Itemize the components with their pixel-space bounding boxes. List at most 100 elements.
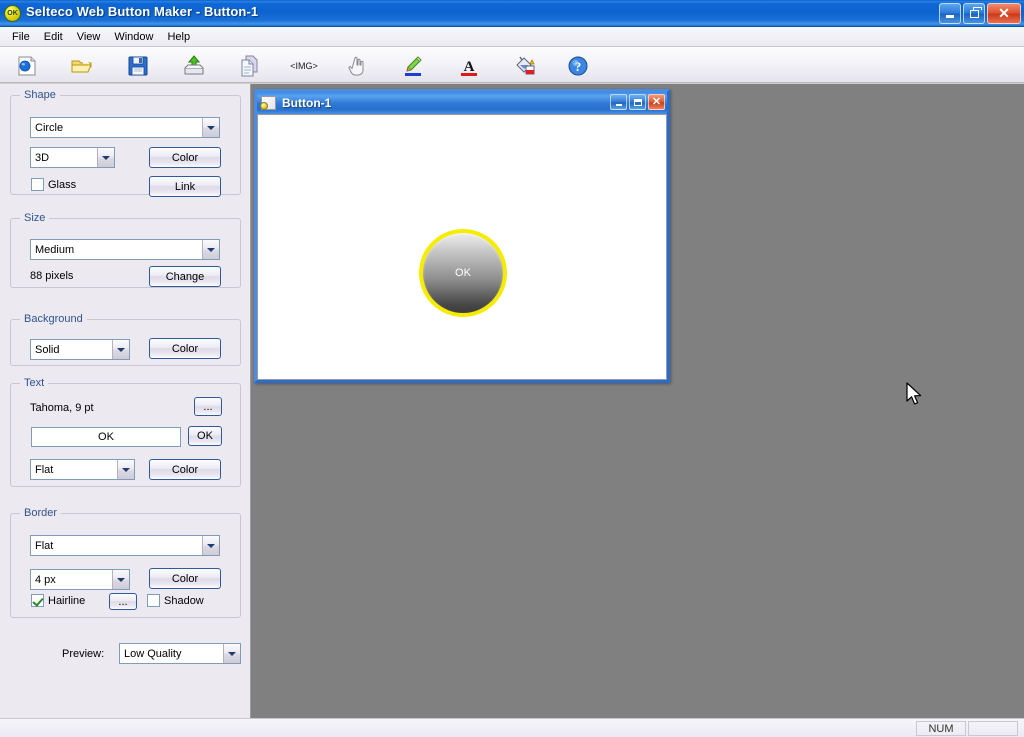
minimize-button[interactable] (939, 3, 961, 24)
open-folder-icon (71, 60, 92, 73)
application-window: OK Selteco Web Button Maker - Button-1 ✕… (0, 0, 1024, 737)
export-button[interactable] (178, 50, 210, 82)
size-change-button[interactable]: Change (149, 266, 221, 287)
document-minimize-button[interactable] (610, 94, 627, 110)
shadow-checkbox[interactable]: Shadow (147, 594, 204, 607)
shape-style-value: Circle (35, 121, 64, 134)
text-caption-apply-button[interactable]: OK (188, 426, 222, 446)
border-group: Border Flat 4 px Color Hairline ... Shad… (10, 507, 241, 618)
document-title: Button-1 (282, 96, 332, 110)
border-width-value: 4 px (35, 573, 56, 586)
preview-quality-select[interactable]: Low Quality (119, 643, 241, 664)
app-icon: OK (4, 5, 21, 22)
shape-color-button[interactable] (397, 50, 429, 82)
shape-link-button[interactable]: Link (149, 176, 221, 197)
shape-group: Shape Circle 3D Color Glass Link (10, 89, 241, 197)
border-style-value: Flat (35, 539, 54, 552)
size-preset-select[interactable]: Medium (30, 239, 220, 260)
document-close-button[interactable]: ✕ (648, 94, 665, 110)
button-preview[interactable]: OK (419, 229, 507, 317)
toolbar: <IMG> A ? (0, 47, 1024, 83)
status-indicator-num: NUM (916, 721, 966, 736)
document-window-controls: ✕ (610, 94, 665, 110)
shape-effect-select[interactable]: 3D (30, 147, 115, 168)
glass-checkbox-label: Glass (48, 178, 77, 191)
copy-button[interactable] (234, 50, 266, 82)
size-group-title: Size (20, 212, 50, 224)
text-style-value: Flat (35, 463, 54, 476)
shape-group-title: Shape (20, 89, 60, 101)
minimize-icon (946, 15, 954, 18)
border-group-title: Border (20, 507, 62, 519)
close-icon: ✕ (651, 95, 662, 108)
preview-quality-label: Preview: (62, 648, 105, 660)
hairline-browse-button[interactable]: ... (109, 593, 137, 610)
status-message (2, 721, 914, 736)
chevron-down-icon[interactable] (223, 644, 240, 663)
menu-item-file[interactable]: File (5, 29, 37, 45)
document-maximize-button[interactable] (629, 94, 646, 110)
close-icon: ✕ (998, 5, 1010, 21)
size-group: Size Medium 88 pixels Change (10, 212, 241, 288)
document-window[interactable]: Button-1 ✕ OK (254, 89, 670, 383)
button-canvas[interactable]: OK (257, 114, 667, 380)
background-color-button[interactable] (509, 50, 541, 82)
size-pixels-label: 88 pixels (30, 270, 74, 282)
window-controls: ✕ (939, 3, 1021, 24)
restore-button[interactable] (963, 3, 985, 24)
text-caption-input[interactable]: OK (31, 427, 181, 447)
chevron-down-icon[interactable] (202, 118, 219, 137)
hairline-checkbox-box[interactable] (31, 594, 44, 607)
menu-item-edit[interactable]: Edit (37, 29, 70, 45)
shadow-checkbox-label: Shadow (164, 594, 204, 607)
menu-item-window[interactable]: Window (107, 29, 160, 45)
border-width-select[interactable]: 4 px (30, 569, 130, 590)
text-font-browse-button[interactable]: ... (194, 397, 222, 416)
glass-checkbox[interactable]: Glass (31, 178, 76, 191)
chevron-down-icon[interactable] (202, 536, 219, 555)
background-fill-value: Solid (35, 343, 60, 356)
hairline-checkbox-label: Hairline (48, 594, 86, 607)
glass-checkbox-box[interactable] (31, 178, 44, 191)
text-style-select[interactable]: Flat (30, 459, 135, 480)
border-style-select[interactable]: Flat (30, 535, 220, 556)
chevron-down-icon[interactable] (117, 460, 134, 479)
hairline-checkbox[interactable]: Hairline (31, 594, 85, 607)
background-color-button[interactable]: Color (149, 338, 221, 359)
text-font-label: Tahoma, 9 pt (30, 402, 94, 414)
chevron-down-icon[interactable] (112, 570, 129, 589)
button-preview-caption: OK (455, 267, 471, 279)
shape-effect-value: 3D (35, 151, 50, 164)
menu-item-help[interactable]: Help (160, 29, 197, 45)
shape-color-button[interactable]: Color (149, 147, 221, 168)
help-button[interactable]: ? (562, 50, 594, 82)
maximize-icon (633, 98, 642, 106)
border-color-button[interactable]: Color (149, 568, 221, 589)
hand-tool-button[interactable] (341, 50, 373, 82)
paint-bucket-icon (516, 56, 535, 75)
chevron-down-icon[interactable] (97, 148, 114, 167)
title-bar: OK Selteco Web Button Maker - Button-1 ✕ (0, 0, 1024, 27)
img-tag-button[interactable]: <IMG> (286, 50, 322, 82)
status-bar: NUM (0, 718, 1024, 737)
document-title-bar[interactable]: Button-1 ✕ (257, 92, 667, 114)
background-fill-select[interactable]: Solid (30, 339, 130, 360)
text-color-button[interactable]: A (453, 50, 485, 82)
open-button[interactable] (66, 50, 98, 82)
restore-icon (969, 7, 982, 18)
menu-bar: File Edit View Window Help (0, 27, 1024, 47)
shadow-checkbox-box[interactable] (147, 594, 160, 607)
save-button[interactable] (122, 50, 154, 82)
shape-style-select[interactable]: Circle (30, 117, 220, 138)
export-down-icon (184, 55, 204, 75)
menu-item-view[interactable]: View (70, 29, 108, 45)
underlined-a-icon: A (461, 59, 477, 76)
close-button[interactable]: ✕ (987, 3, 1021, 24)
new-button[interactable] (11, 50, 43, 82)
floppy-disk-icon (128, 56, 148, 76)
chevron-down-icon[interactable] (112, 340, 129, 359)
background-group-title: Background (20, 313, 87, 325)
img-tag-icon: <IMG> (290, 61, 318, 71)
chevron-down-icon[interactable] (202, 240, 219, 259)
text-color-button[interactable]: Color (149, 459, 221, 480)
